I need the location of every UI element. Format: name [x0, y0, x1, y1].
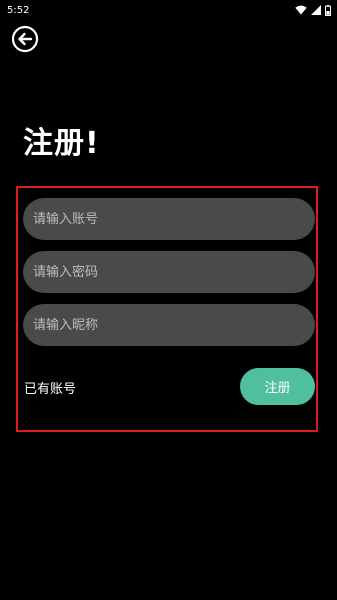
- wifi-icon: [295, 5, 307, 15]
- back-button[interactable]: [11, 25, 39, 57]
- signal-icon: [311, 5, 321, 15]
- page-title: 注册!: [23, 126, 100, 161]
- status-icons: [295, 4, 331, 16]
- battery-icon: [325, 4, 331, 16]
- status-bar: 5:52: [0, 0, 337, 20]
- back-arrow-circle-icon: [11, 25, 39, 57]
- account-input[interactable]: [23, 198, 315, 240]
- register-button[interactable]: 注册: [240, 368, 315, 405]
- password-input[interactable]: [23, 251, 315, 293]
- nickname-input[interactable]: [23, 304, 315, 346]
- status-time: 5:52: [7, 4, 30, 16]
- register-screen: 5:52 注册! 请输入账号 请输入昵称 已有账号 注册: [0, 0, 337, 600]
- has-account-link[interactable]: 已有账号: [24, 378, 76, 397]
